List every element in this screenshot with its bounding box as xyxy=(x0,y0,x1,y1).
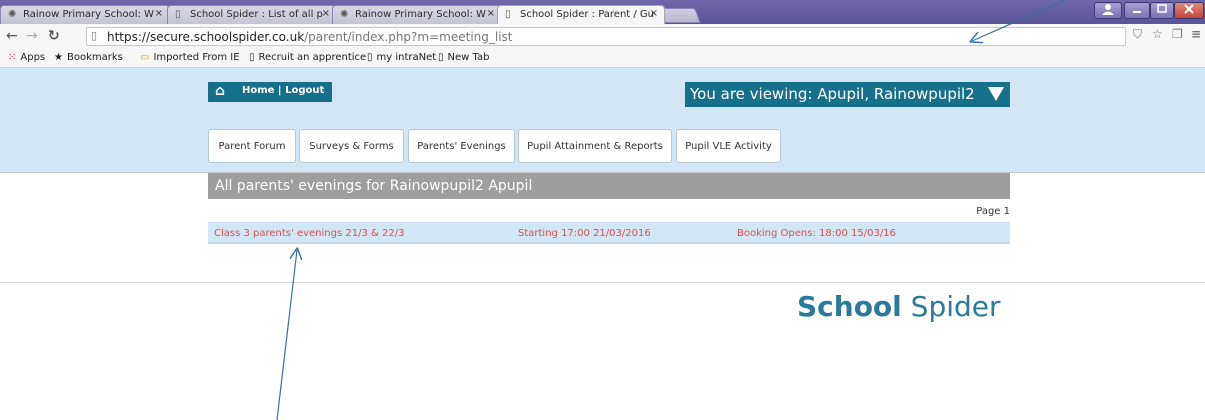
bookmark-my-intranet[interactable]: ▯ my intraNet xyxy=(367,52,436,63)
meeting-booking-opens: Booking Opens: 18:00 15/03/16 xyxy=(737,228,896,239)
tab-title: Rainow Primary School: W xyxy=(355,9,486,20)
page-icon: ▯ xyxy=(91,29,98,42)
browser-tab-3[interactable]: ✺ Rainow Primary School: W × xyxy=(332,5,502,24)
page-icon: ▯ xyxy=(249,52,255,63)
shield-icon[interactable]: ⛉ xyxy=(1133,27,1142,42)
page-icon: ▯ xyxy=(367,52,373,63)
bookmark-bookmarks[interactable]: ★ Bookmarks xyxy=(54,52,123,63)
bookmarks-bar: ⁙ Apps ★ Bookmarks ▭ Imported From IE ▯ Recr… xyxy=(0,49,1205,68)
browser-tab-1[interactable]: ✺ Rainow Primary School: W × xyxy=(0,5,170,24)
bookmark-apps[interactable]: ⁙ Apps xyxy=(8,52,45,63)
home-icon: ⌂ xyxy=(215,83,226,99)
close-icon[interactable]: × xyxy=(155,8,163,19)
browser-titlebar: ✺ Rainow Primary School: W × ▯ School Sp… xyxy=(0,0,1205,24)
back-arrow-icon[interactable]: ← xyxy=(6,28,18,44)
bookmark-new-tab[interactable]: ▯ New Tab xyxy=(438,52,489,63)
window-close-button[interactable] xyxy=(1174,2,1204,19)
tab-title: School Spider : Parent / Gu xyxy=(520,9,655,20)
divider xyxy=(0,282,1205,283)
folder-icon: ▭ xyxy=(140,52,150,63)
page-icon: ▯ xyxy=(505,9,511,20)
star-icon: ★ xyxy=(54,52,63,63)
close-icon[interactable]: × xyxy=(322,8,330,19)
spider-icon: ✺ xyxy=(8,9,17,20)
home-logout-bar: ⌂ Home | Logout xyxy=(208,82,333,102)
page-icon: ▯ xyxy=(175,9,181,20)
dropdown-triangle-icon xyxy=(988,87,1004,101)
menu-icon[interactable]: ≡ xyxy=(1191,27,1201,41)
logo-word-spider: Spider xyxy=(901,290,1001,323)
browser-tab-4-active[interactable]: ▯ School Spider : Parent / Gu × xyxy=(497,5,665,24)
bookmark-recruit-an-apprentice[interactable]: ▯ Recruit an apprentice xyxy=(249,52,366,63)
logout-link[interactable]: Logout xyxy=(285,85,324,96)
page-header: ⌂ Home | Logout You are viewing: Apupil,… xyxy=(0,68,1205,172)
url-text[interactable]: https://secure.schoolspider.co.uk/parent… xyxy=(107,30,513,44)
url-host: https://secure.schoolspider.co.uk xyxy=(107,30,305,44)
pupil-selector[interactable]: You are viewing: Apupil, Rainowpupil2 xyxy=(685,82,1010,107)
viewing-label: You are viewing: Apupil, Rainowpupil2 xyxy=(690,85,975,103)
user-profile-icon[interactable] xyxy=(1094,2,1122,19)
tab-pupil-vle-activity[interactable]: Pupil VLE Activity xyxy=(676,129,781,163)
separator: | xyxy=(274,85,286,96)
reload-icon[interactable]: ↻ xyxy=(48,28,60,44)
tab-pupil-attainment-reports[interactable]: Pupil Attainment & Reports xyxy=(518,129,672,163)
url-bar[interactable]: ▯ https://secure.schoolspider.co.uk/pare… xyxy=(86,27,1126,46)
logo-word-school: School xyxy=(797,290,902,323)
maximize-button[interactable] xyxy=(1150,2,1174,19)
tab-title: School Spider : List of all p xyxy=(190,9,323,20)
tab-parents-evenings[interactable]: Parents' Evenings xyxy=(408,129,515,163)
page-title: All parents' evenings for Rainowpupil2 A… xyxy=(208,173,1010,199)
close-icon[interactable]: × xyxy=(487,8,495,19)
new-tab-button[interactable] xyxy=(659,8,701,23)
spider-icon: ✺ xyxy=(340,9,349,20)
bookmark-imported-from-ie[interactable]: ▭ Imported From IE xyxy=(140,52,240,63)
star-icon[interactable]: ☆ xyxy=(1152,27,1163,41)
home-link[interactable]: Home xyxy=(242,85,274,96)
tab-title: Rainow Primary School: W xyxy=(23,9,154,20)
url-path: /parent/index.php?m=meeting_list xyxy=(304,30,513,44)
meeting-start-time: Starting 17:00 21/03/2016 xyxy=(518,228,651,239)
address-toolbar: ← → ↻ ▯ https://secure.schoolspider.co.u… xyxy=(0,24,1205,49)
meeting-name-link[interactable]: Class 3 parents' evenings 21/3 & 22/3 xyxy=(214,228,404,239)
tab-surveys-forms[interactable]: Surveys & Forms xyxy=(299,129,404,163)
extension-icon[interactable]: ❐ xyxy=(1172,27,1183,41)
minimize-button[interactable] xyxy=(1124,2,1150,19)
page-number: Page 1 xyxy=(976,206,1010,217)
meeting-row[interactable]: Class 3 parents' evenings 21/3 & 22/3 St… xyxy=(208,222,1010,244)
page-icon: ▯ xyxy=(438,52,444,63)
school-spider-logo: School Spider xyxy=(797,290,1001,323)
apps-grid-icon: ⁙ xyxy=(8,52,17,63)
annotation-arrow-bottom xyxy=(276,250,297,420)
browser-tab-2[interactable]: ▯ School Spider : List of all p × xyxy=(167,5,337,24)
tab-parent-forum[interactable]: Parent Forum xyxy=(208,129,296,163)
forward-arrow-icon[interactable]: → xyxy=(26,28,38,44)
close-icon[interactable]: × xyxy=(650,8,658,19)
